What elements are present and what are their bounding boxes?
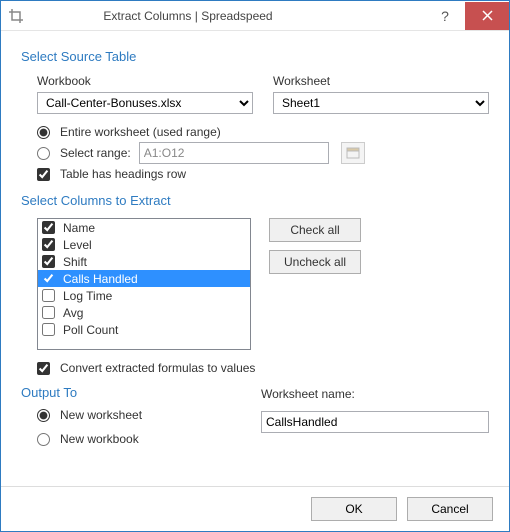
titlebar: Extract Columns | Spreadspeed ? bbox=[1, 1, 509, 31]
convert-formulas-checkbox[interactable]: Convert extracted formulas to values bbox=[37, 361, 489, 375]
new-worksheet-radio-input[interactable] bbox=[37, 409, 50, 422]
ok-button[interactable]: OK bbox=[311, 497, 397, 521]
headings-checkbox[interactable]: Table has headings row bbox=[37, 167, 489, 181]
new-workbook-radio-input[interactable] bbox=[37, 433, 50, 446]
entire-worksheet-label: Entire worksheet (used range) bbox=[60, 125, 221, 139]
column-item-label: Calls Handled bbox=[63, 272, 138, 286]
worksheet-name-input[interactable] bbox=[261, 411, 489, 433]
range-picker-button[interactable] bbox=[341, 142, 365, 164]
column-item[interactable]: Avg bbox=[38, 304, 250, 321]
column-item-checkbox[interactable] bbox=[42, 255, 55, 268]
new-worksheet-label: New worksheet bbox=[60, 408, 142, 422]
headings-label: Table has headings row bbox=[60, 167, 186, 181]
convert-formulas-label: Convert extracted formulas to values bbox=[60, 361, 255, 375]
dialog-content: Select Source Table Workbook Call-Center… bbox=[1, 31, 509, 486]
worksheet-name-label: Worksheet name: bbox=[261, 387, 489, 401]
new-workbook-radio[interactable]: New workbook bbox=[37, 432, 231, 446]
column-item-checkbox[interactable] bbox=[42, 238, 55, 251]
column-item[interactable]: Poll Count bbox=[38, 321, 250, 338]
worksheet-label: Worksheet bbox=[273, 74, 489, 88]
workbook-label: Workbook bbox=[37, 74, 253, 88]
column-item-checkbox[interactable] bbox=[42, 221, 55, 234]
select-range-radio-input[interactable] bbox=[37, 147, 50, 160]
output-heading: Output To bbox=[21, 385, 231, 400]
select-range-label: Select range: bbox=[60, 146, 131, 160]
uncheck-all-button[interactable]: Uncheck all bbox=[269, 250, 361, 274]
column-item[interactable]: Level bbox=[38, 236, 250, 253]
column-item-checkbox[interactable] bbox=[42, 306, 55, 319]
source-heading: Select Source Table bbox=[21, 49, 489, 64]
column-item[interactable]: Shift bbox=[38, 253, 250, 270]
column-item[interactable]: Log Time bbox=[38, 287, 250, 304]
column-item-label: Avg bbox=[63, 306, 83, 320]
worksheet-select[interactable]: Sheet1 bbox=[273, 92, 489, 114]
new-workbook-label: New workbook bbox=[60, 432, 139, 446]
column-item-label: Poll Count bbox=[63, 323, 118, 337]
column-item-checkbox[interactable] bbox=[42, 272, 55, 285]
check-all-button[interactable]: Check all bbox=[269, 218, 361, 242]
column-item[interactable]: Calls Handled bbox=[38, 270, 250, 287]
close-button[interactable] bbox=[465, 2, 509, 30]
column-item-label: Shift bbox=[63, 255, 87, 269]
app-icon bbox=[9, 9, 23, 23]
column-item-checkbox[interactable] bbox=[42, 323, 55, 336]
dialog-footer: OK Cancel bbox=[1, 486, 509, 531]
column-item-label: Name bbox=[63, 221, 95, 235]
column-item-label: Log Time bbox=[63, 289, 112, 303]
workbook-select[interactable]: Call-Center-Bonuses.xlsx bbox=[37, 92, 253, 114]
columns-heading: Select Columns to Extract bbox=[21, 193, 489, 208]
entire-worksheet-radio-input[interactable] bbox=[37, 126, 50, 139]
entire-worksheet-radio[interactable]: Entire worksheet (used range) bbox=[37, 125, 489, 139]
headings-checkbox-input[interactable] bbox=[37, 168, 50, 181]
range-input bbox=[139, 142, 329, 164]
window-title: Extract Columns | Spreadspeed bbox=[31, 9, 425, 23]
new-worksheet-radio[interactable]: New worksheet bbox=[37, 408, 231, 422]
select-range-radio[interactable]: Select range: bbox=[37, 142, 489, 164]
column-item-checkbox[interactable] bbox=[42, 289, 55, 302]
cancel-button[interactable]: Cancel bbox=[407, 497, 493, 521]
column-item-label: Level bbox=[63, 238, 92, 252]
columns-listbox[interactable]: Name Level Shift Calls Handled Log Time Avg Po… bbox=[37, 218, 251, 350]
help-button[interactable]: ? bbox=[425, 2, 465, 30]
convert-formulas-checkbox-input[interactable] bbox=[37, 362, 50, 375]
column-item[interactable]: Name bbox=[38, 219, 250, 236]
